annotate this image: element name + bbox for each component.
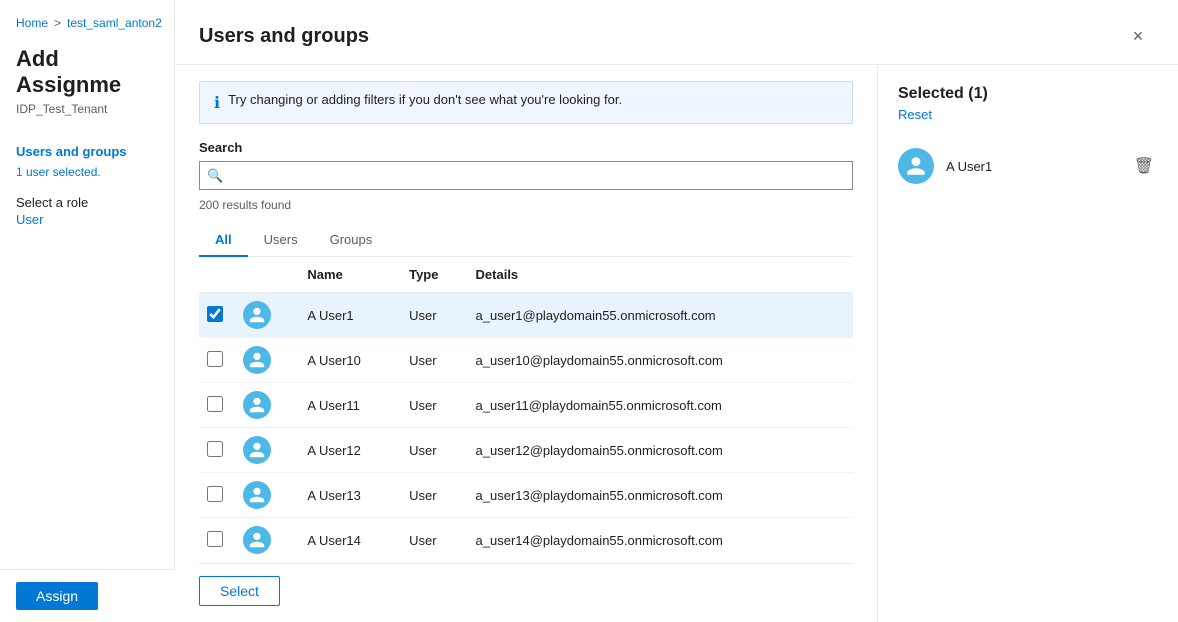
table-row[interactable]: A User14 User a_user14@playdomain55.onmi… [199, 518, 853, 560]
selected-items-list: A User1 🗑 [898, 138, 1158, 194]
selected-item: A User1 🗑 [898, 138, 1158, 194]
cell-type: User [401, 338, 467, 383]
row-checkbox[interactable] [207, 486, 223, 502]
search-label: Search [199, 140, 853, 155]
assign-button[interactable]: Assign [16, 582, 98, 610]
cell-type: User [401, 473, 467, 518]
results-count: 200 results found [199, 198, 853, 212]
nav-users-and-groups[interactable]: Users and groups [16, 140, 158, 163]
selected-header: Selected (1) [898, 85, 1158, 103]
cell-name: A User11 [299, 383, 401, 428]
cell-details: a_user13@playdomain55.onmicrosoft.com [468, 473, 853, 518]
search-input[interactable] [199, 161, 853, 190]
cell-type: User [401, 428, 467, 473]
cell-name: A User1 [299, 293, 401, 338]
modal-title: Users and groups [199, 25, 369, 48]
selected-panel: Selected (1) Reset A User1 🗑 [878, 65, 1178, 622]
avatar [243, 436, 271, 464]
cell-details: a_user11@playdomain55.onmicrosoft.com [468, 383, 853, 428]
cell-details: a_user12@playdomain55.onmicrosoft.com [468, 428, 853, 473]
avatar [243, 526, 271, 554]
cell-name: A User14 [299, 518, 401, 560]
avatar [243, 346, 271, 374]
page-subtitle: IDP_Test_Tenant [0, 102, 174, 132]
row-checkbox[interactable] [207, 306, 223, 322]
info-icon: ℹ [214, 93, 220, 113]
info-bar: ℹ Try changing or adding filters if you … [199, 81, 853, 124]
filter-tabs: All Users Groups [199, 224, 853, 257]
breadcrumb-separator: > [54, 16, 61, 30]
cell-name: A User13 [299, 473, 401, 518]
page-title: Add Assignme [0, 38, 174, 102]
row-checkbox[interactable] [207, 531, 223, 547]
col-type: Type [401, 257, 467, 293]
select-button[interactable]: Select [199, 576, 280, 606]
selected-item-name: A User1 [946, 159, 1118, 174]
row-checkbox[interactable] [207, 441, 223, 457]
table-row[interactable]: A User10 User a_user10@playdomain55.onmi… [199, 338, 853, 383]
avatar [243, 481, 271, 509]
breadcrumb-page[interactable]: test_saml_anton2 [67, 16, 162, 30]
tab-all[interactable]: All [199, 224, 248, 257]
cell-details: a_user14@playdomain55.onmicrosoft.com [468, 518, 853, 560]
info-message: Try changing or adding filters if you do… [228, 92, 622, 107]
table-row[interactable]: A User1 User a_user1@playdomain55.onmicr… [199, 293, 853, 338]
cell-type: User [401, 293, 467, 338]
col-details: Details [468, 257, 853, 293]
avatar [243, 301, 271, 329]
avatar [243, 391, 271, 419]
cell-details: a_user1@playdomain55.onmicrosoft.com [468, 293, 853, 338]
cell-type: User [401, 383, 467, 428]
col-name: Name [299, 257, 401, 293]
users-table-container: Name Type Details A User1 User a_u [199, 257, 853, 559]
nav-user-selected: 1 user selected. [16, 163, 158, 179]
search-icon: 🔍 [207, 168, 223, 184]
cell-type: User [401, 518, 467, 560]
table-row[interactable]: A User11 User a_user11@playdomain55.onmi… [199, 383, 853, 428]
cell-name: A User10 [299, 338, 401, 383]
row-checkbox[interactable] [207, 396, 223, 412]
breadcrumb-home[interactable]: Home [16, 16, 48, 30]
reset-link[interactable]: Reset [898, 107, 1158, 122]
tab-users[interactable]: Users [248, 224, 314, 257]
cell-name: A User12 [299, 428, 401, 473]
selected-avatar [898, 148, 934, 184]
row-checkbox[interactable] [207, 351, 223, 367]
remove-selected-button[interactable]: 🗑 [1130, 152, 1158, 180]
close-button[interactable]: × [1122, 20, 1154, 52]
cell-details: a_user10@playdomain55.onmicrosoft.com [468, 338, 853, 383]
nav-role-value[interactable]: User [0, 212, 174, 227]
nav-select-role-label: Select a role [0, 187, 174, 212]
table-row[interactable]: A User12 User a_user12@playdomain55.onmi… [199, 428, 853, 473]
table-row[interactable]: A User13 User a_user13@playdomain55.onmi… [199, 473, 853, 518]
tab-groups[interactable]: Groups [314, 224, 389, 257]
